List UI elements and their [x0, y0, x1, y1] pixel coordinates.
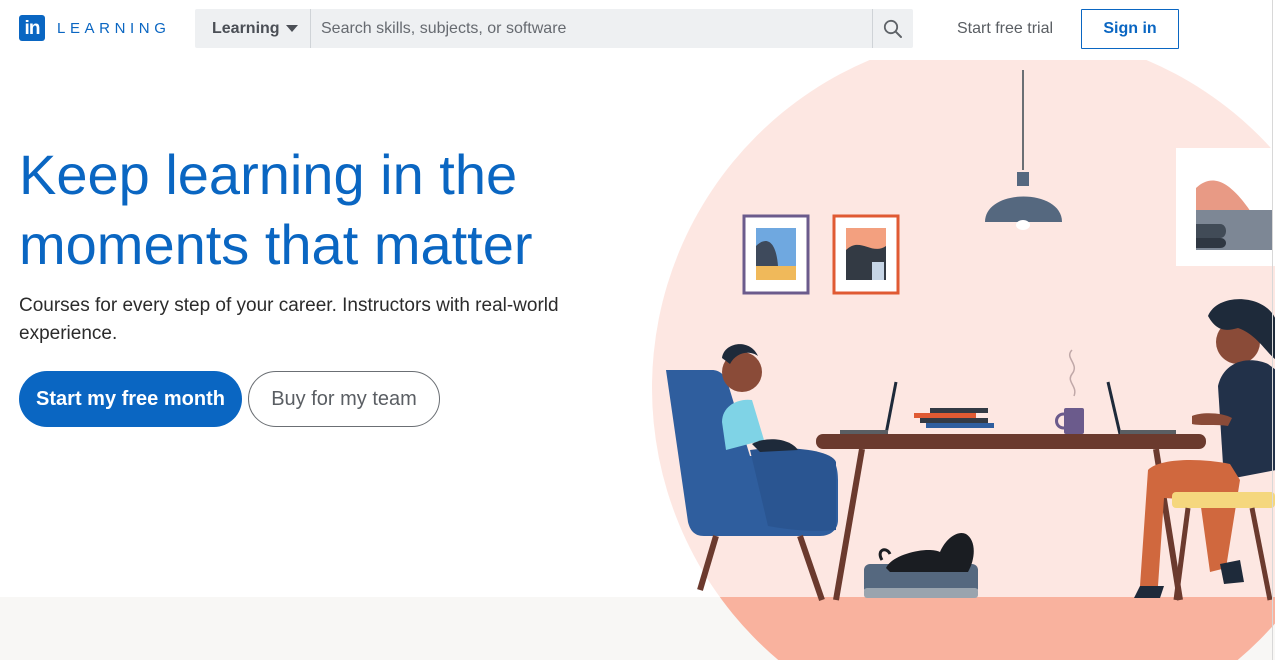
chevron-down-icon [285, 25, 298, 32]
linkedin-logo-icon: in [19, 15, 45, 41]
linkedin-learning-logo[interactable]: in LEARNING [19, 15, 171, 41]
top-nav: in LEARNING Learning Start free trial Si… [0, 0, 1275, 60]
start-free-trial-link[interactable]: Start free trial [957, 20, 1053, 38]
home-office-illustration [652, 60, 1275, 660]
hero-illustration [640, 60, 1275, 660]
start-free-month-button[interactable]: Start my free month [19, 371, 242, 427]
search-bar: Learning [195, 9, 913, 48]
search-type-label: Learning [212, 19, 280, 37]
hero-title-line-1: Keep learning in the [19, 143, 518, 206]
page: in LEARNING Learning Start free trial Si… [0, 0, 1275, 660]
hero-subtitle: Courses for every step of your career. I… [19, 295, 559, 344]
search-icon [883, 19, 902, 38]
scrollbar-edge [1272, 0, 1273, 660]
logo-wordmark: LEARNING [57, 19, 171, 37]
sign-in-button[interactable]: Sign in [1081, 9, 1179, 49]
hero-title-line-2: moments that matter [19, 213, 533, 276]
hero-title: Keep learning in the moments that matter [19, 140, 639, 280]
search-input[interactable] [311, 9, 872, 48]
buy-for-team-button[interactable]: Buy for my team [248, 371, 440, 427]
search-button[interactable] [872, 9, 913, 48]
search-type-dropdown[interactable]: Learning [195, 9, 311, 48]
